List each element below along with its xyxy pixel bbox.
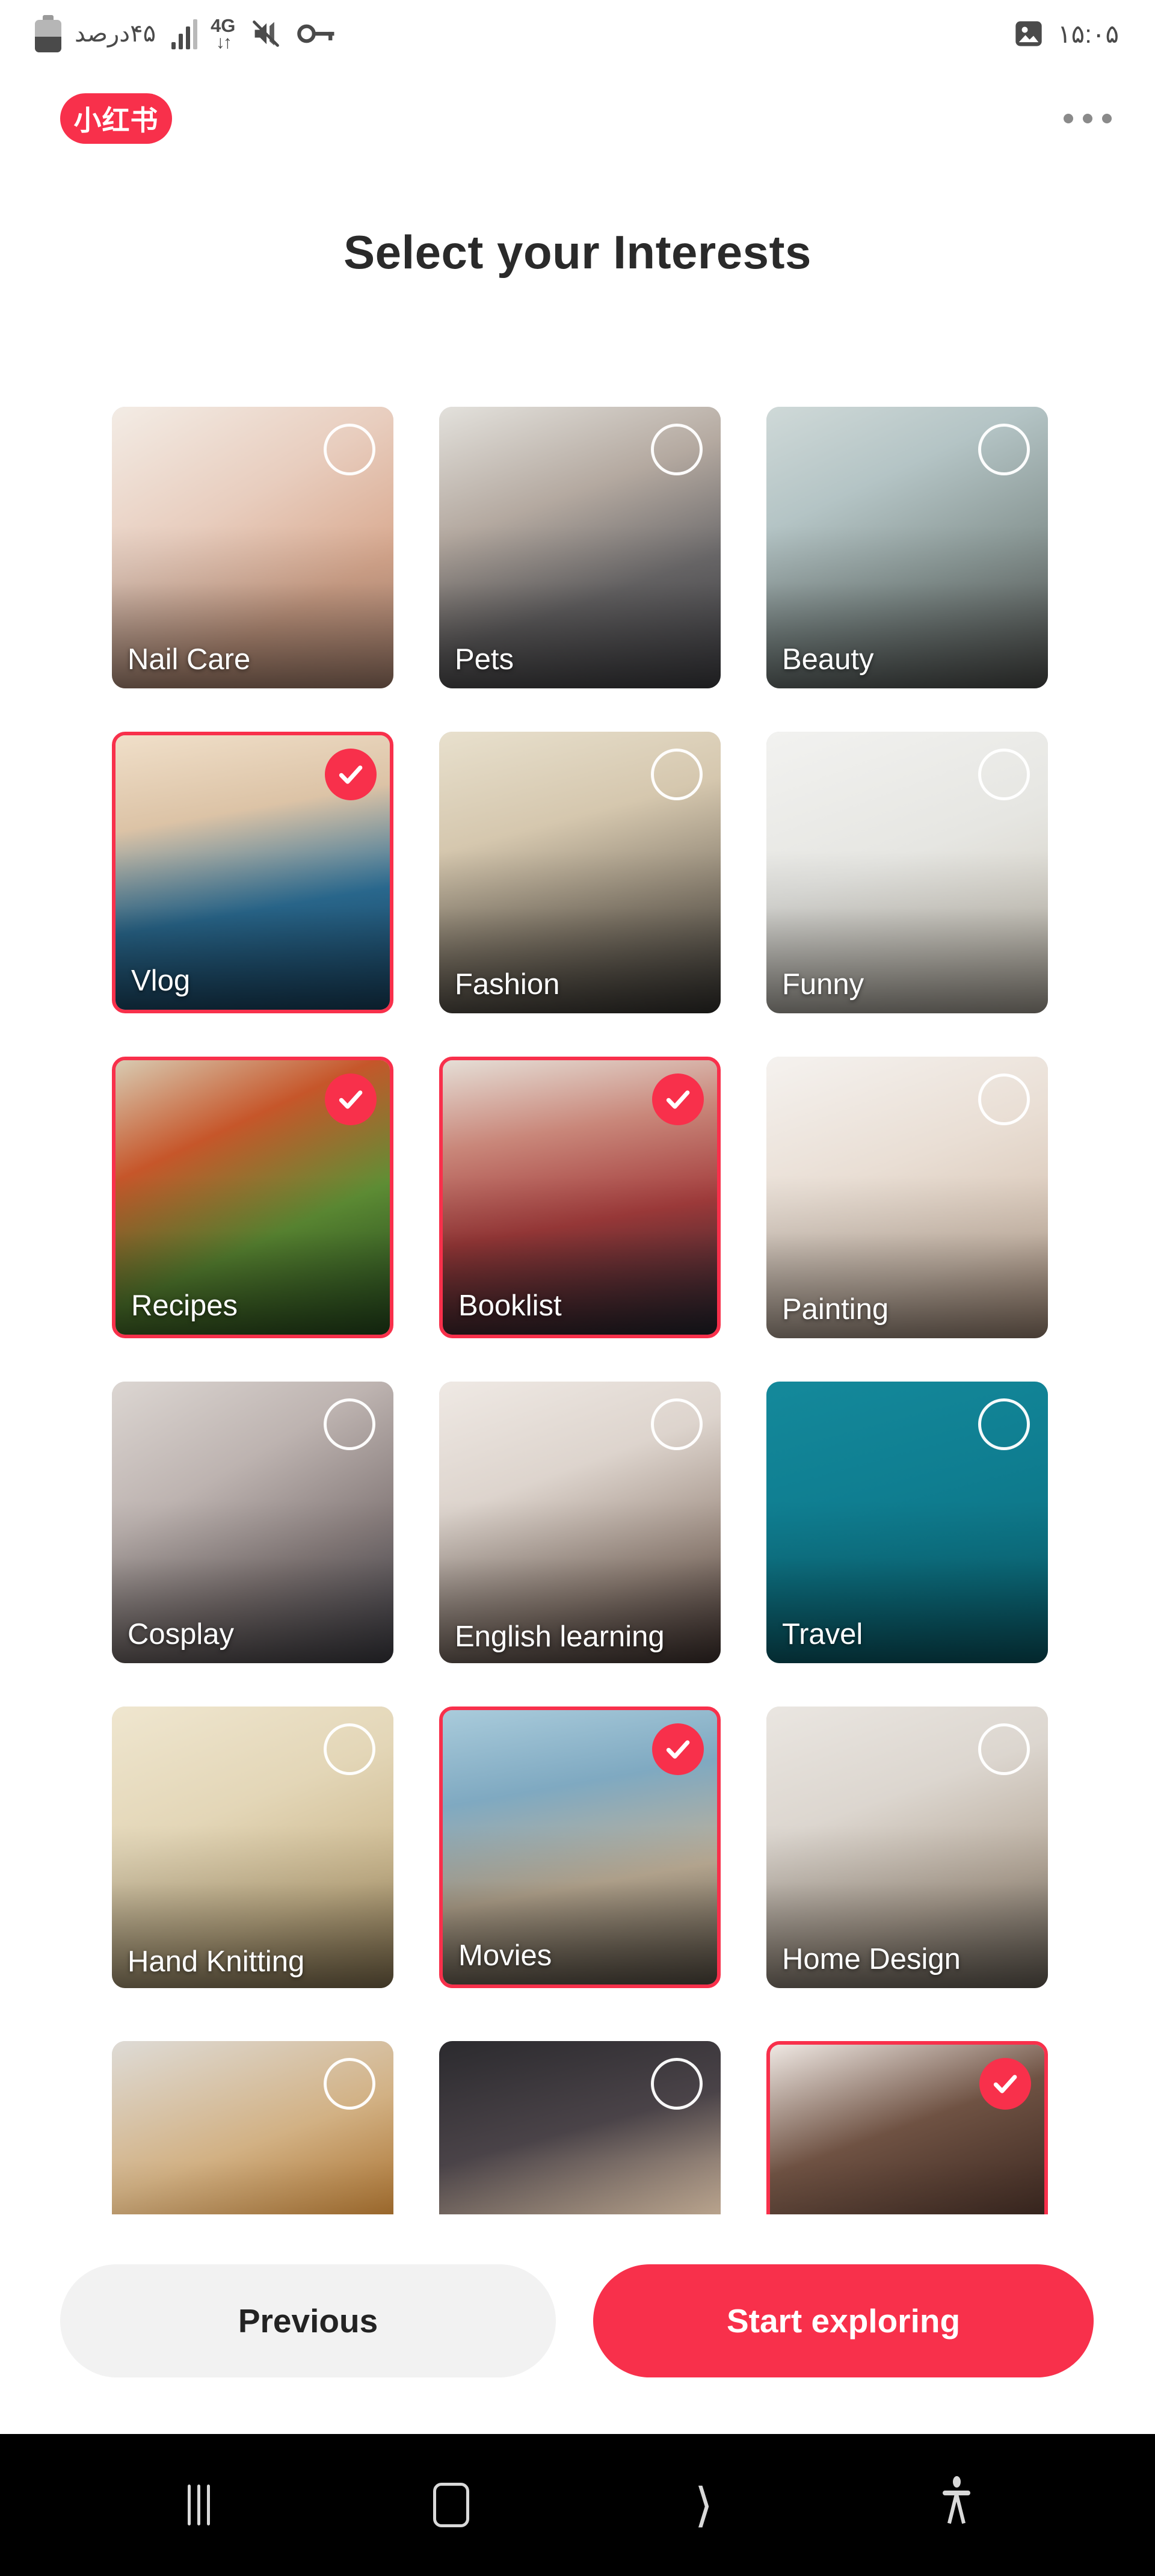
vpn-key-icon: [297, 24, 334, 43]
interest-card[interactable]: Vlog: [112, 732, 393, 1013]
interest-card-label: Home Design: [782, 1943, 961, 1976]
interest-card-label: Nail Care: [128, 643, 251, 676]
interest-card-label: Beauty: [782, 643, 874, 676]
screenshot-image-icon: [1015, 21, 1042, 46]
start-exploring-button[interactable]: Start exploring: [593, 2264, 1094, 2377]
check-circle-icon[interactable]: [325, 749, 377, 800]
empty-circle-icon[interactable]: [978, 1398, 1030, 1450]
status-bar: ۴۵درصد 4G ↓↑ ۱۵:۰۵: [0, 0, 1155, 67]
check-circle-icon[interactable]: [325, 1073, 377, 1125]
4g-data-icon: 4G ↓↑: [211, 16, 235, 52]
page-title: Select your Interests: [343, 226, 812, 279]
interest-card-label: Vlog: [131, 965, 191, 998]
interest-card[interactable]: Booklist: [439, 1057, 721, 1338]
interest-card[interactable]: Recipes: [112, 1057, 393, 1338]
nav-recents-button[interactable]: [138, 2460, 259, 2550]
interest-card[interactable]: [439, 2041, 721, 2214]
network-generation-label: 4G: [211, 14, 236, 36]
interest-card-label: Fashion: [455, 968, 560, 1001]
empty-circle-icon[interactable]: [324, 1723, 375, 1775]
interest-card-label: Pets: [455, 643, 514, 676]
interest-card[interactable]: English learning: [439, 1382, 721, 1663]
empty-circle-icon[interactable]: [651, 749, 703, 800]
signal-bars-icon: [171, 18, 198, 49]
interest-card[interactable]: [766, 2041, 1048, 2214]
interest-card-label: Cosplay: [128, 1618, 235, 1651]
xiaohongshu-brand-logo[interactable]: 小红书: [60, 93, 172, 144]
nav-accessibility-button[interactable]: [896, 2460, 1017, 2550]
check-circle-icon[interactable]: [979, 2058, 1031, 2110]
mute-icon: [253, 20, 280, 47]
interest-card-label: Funny: [782, 968, 864, 1001]
nav-back-button[interactable]: ⟩: [644, 2460, 764, 2550]
interest-card[interactable]: Painting: [766, 1057, 1048, 1338]
data-arrows-label: ↓↑: [215, 32, 232, 52]
interest-card[interactable]: Beauty: [766, 407, 1048, 688]
empty-circle-icon[interactable]: [324, 424, 375, 475]
back-chevron-icon: ⟩: [694, 2479, 713, 2531]
clock-label: ۱۵:۰۵: [1058, 19, 1119, 48]
empty-circle-icon[interactable]: [651, 1398, 703, 1450]
battery-icon: [35, 15, 61, 52]
interest-card-label: Travel: [782, 1618, 863, 1651]
empty-circle-icon[interactable]: [651, 424, 703, 475]
app-header: 小红书: [0, 67, 1155, 170]
interest-card[interactable]: Funny: [766, 732, 1048, 1013]
home-icon: [433, 2483, 469, 2527]
previous-button[interactable]: Previous: [60, 2264, 556, 2377]
nav-home-button[interactable]: [391, 2460, 511, 2550]
interest-card[interactable]: Hand Knitting: [112, 1707, 393, 1988]
check-circle-icon[interactable]: [652, 1073, 704, 1125]
android-navigation-bar: ⟩: [0, 2434, 1155, 2576]
interest-card-label: Recipes: [131, 1290, 238, 1323]
check-circle-icon[interactable]: [652, 1723, 704, 1775]
interest-card[interactable]: Fashion: [439, 732, 721, 1013]
interest-card-label: Hand Knitting: [128, 1945, 305, 1978]
interest-card-label: Painting: [782, 1293, 889, 1326]
empty-circle-icon[interactable]: [978, 424, 1030, 475]
interest-grid: Nail Care Pets Beauty Vlog Fashion Funny Recip…: [112, 407, 1048, 1988]
interest-card[interactable]: Travel: [766, 1382, 1048, 1663]
interest-card[interactable]: Movies: [439, 1707, 721, 1988]
bottom-action-bar: Previous Start exploring: [0, 2252, 1155, 2390]
interest-card-label: Movies: [458, 1939, 552, 1972]
empty-circle-icon[interactable]: [324, 2058, 375, 2110]
battery-percent-label: ۴۵درصد: [75, 20, 156, 47]
interest-card-label: Booklist: [458, 1290, 562, 1323]
empty-circle-icon[interactable]: [324, 1398, 375, 1450]
empty-circle-icon[interactable]: [978, 749, 1030, 800]
more-options-icon[interactable]: [1058, 102, 1118, 135]
accessibility-icon: [943, 2476, 970, 2534]
interest-card[interactable]: Nail Care: [112, 407, 393, 688]
interest-card-label: English learning: [455, 1620, 665, 1654]
interest-grid-partial-row: [112, 2041, 1048, 2214]
status-bar-left-group: ۴۵درصد 4G ↓↑: [0, 15, 336, 52]
interest-card[interactable]: [112, 2041, 393, 2214]
empty-circle-icon[interactable]: [978, 1073, 1030, 1125]
interest-card[interactable]: Cosplay: [112, 1382, 393, 1663]
interest-card[interactable]: Pets: [439, 407, 721, 688]
empty-circle-icon[interactable]: [978, 1723, 1030, 1775]
recents-icon: [187, 2485, 210, 2525]
empty-circle-icon[interactable]: [651, 2058, 703, 2110]
status-bar-right-group: ۱۵:۰۵: [1013, 18, 1155, 49]
interest-card[interactable]: Home Design: [766, 1707, 1048, 1988]
